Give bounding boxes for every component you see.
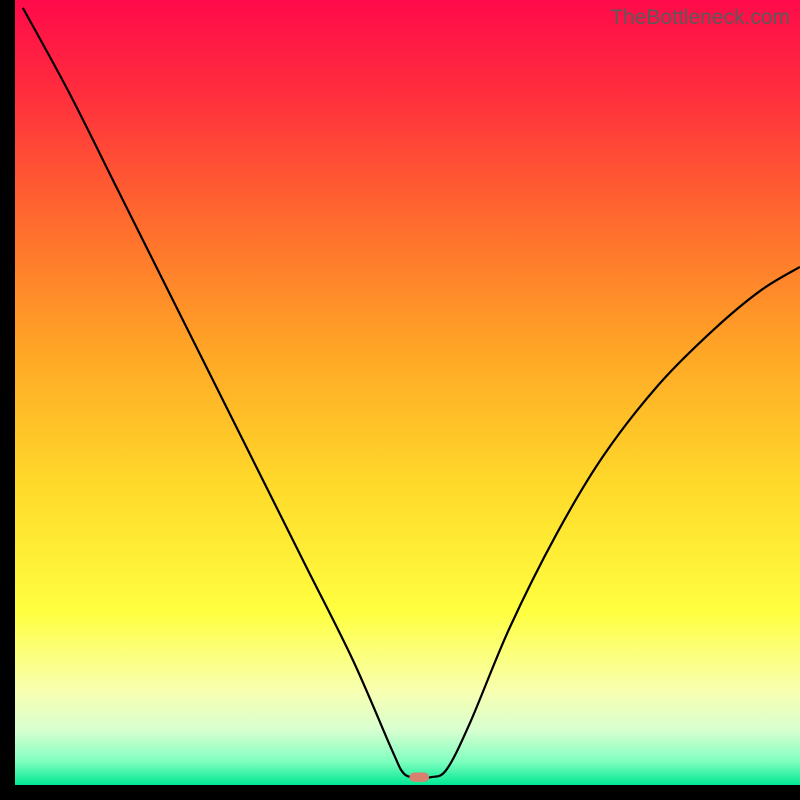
bottleneck-chart: TheBottleneck.com — [0, 0, 800, 800]
optimal-marker — [409, 772, 429, 781]
plot-background — [15, 0, 800, 785]
chart-svg — [0, 0, 800, 800]
watermark-text: TheBottleneck.com — [610, 6, 790, 30]
